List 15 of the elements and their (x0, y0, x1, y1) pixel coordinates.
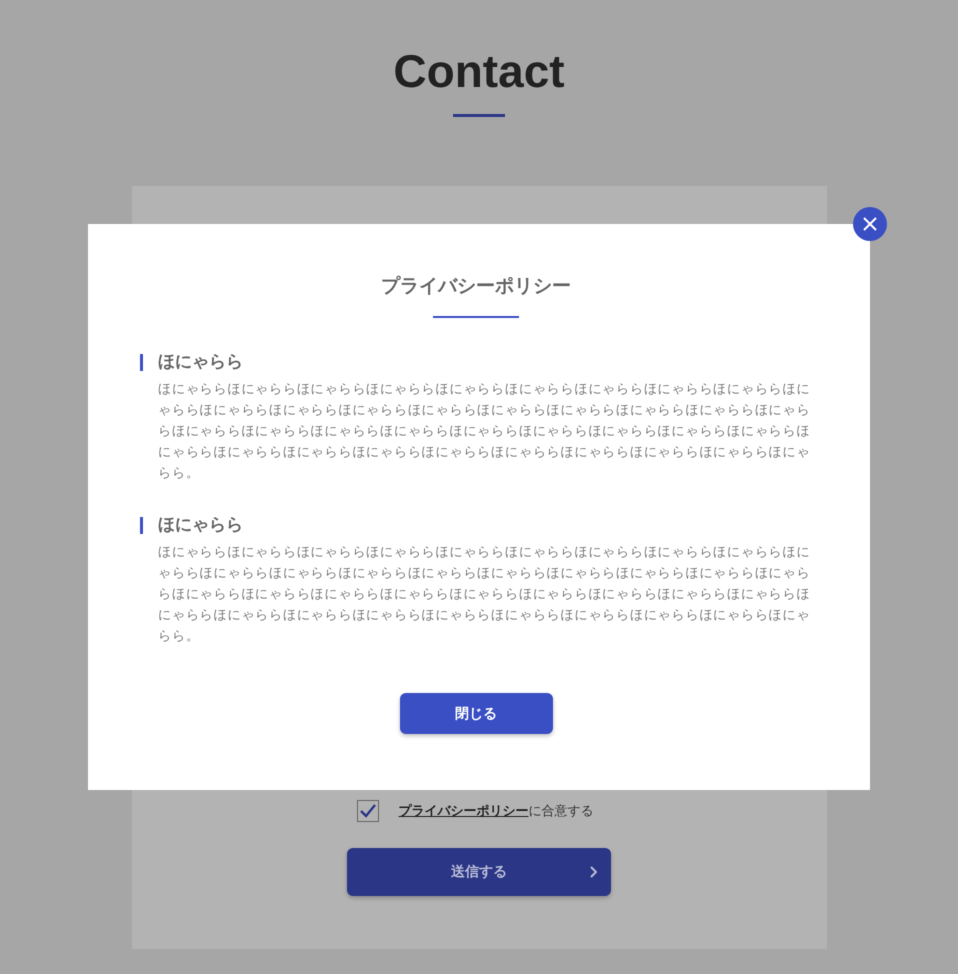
policy-link[interactable]: プライバシーポリシー (398, 804, 528, 819)
section-text: ほにゃららほにゃららほにゃららほにゃららほにゃららほにゃららほにゃららほにゃららほにゃららほにゃららほにゃららほにゃららほにゃららほにゃららほにゃららほにゃららほにゃららほにゃららほにゃららほにゃららほにゃららほにゃららほにゃららほにゃららほにゃららほにゃららほにゃららほにゃららほにゃららほにゃららほにゃららほにゃららほにゃららほにゃららほにゃららほにゃららほにゃららほにゃらら。 (158, 381, 812, 483)
agree-label: に合意する (528, 804, 594, 819)
section-text: ほにゃららほにゃららほにゃららほにゃららほにゃららほにゃららほにゃららほにゃららほにゃららほにゃららほにゃららほにゃららほにゃららほにゃららほにゃららほにゃららほにゃららほにゃららほにゃららほにゃららほにゃららほにゃららほにゃららほにゃららほにゃららほにゃららほにゃららほにゃららほにゃららほにゃららほにゃららほにゃららほにゃららほにゃららほにゃららほにゃららほにゃららほにゃらら。 (158, 544, 812, 646)
submit-button[interactable]: 送信する (347, 848, 611, 896)
chevron-icon (589, 866, 597, 878)
page-title: Contact (393, 44, 565, 98)
close-button[interactable]: 閉じる (400, 693, 552, 734)
section-heading: ほにゃらら (158, 351, 243, 373)
heading-bar (140, 354, 143, 370)
heading-bar (140, 516, 143, 534)
agree-checkbox[interactable] (356, 800, 378, 822)
modal-title: プライバシーポリシー (380, 274, 572, 298)
close-icon[interactable] (853, 207, 887, 241)
section-heading: ほにゃらら (158, 514, 243, 536)
